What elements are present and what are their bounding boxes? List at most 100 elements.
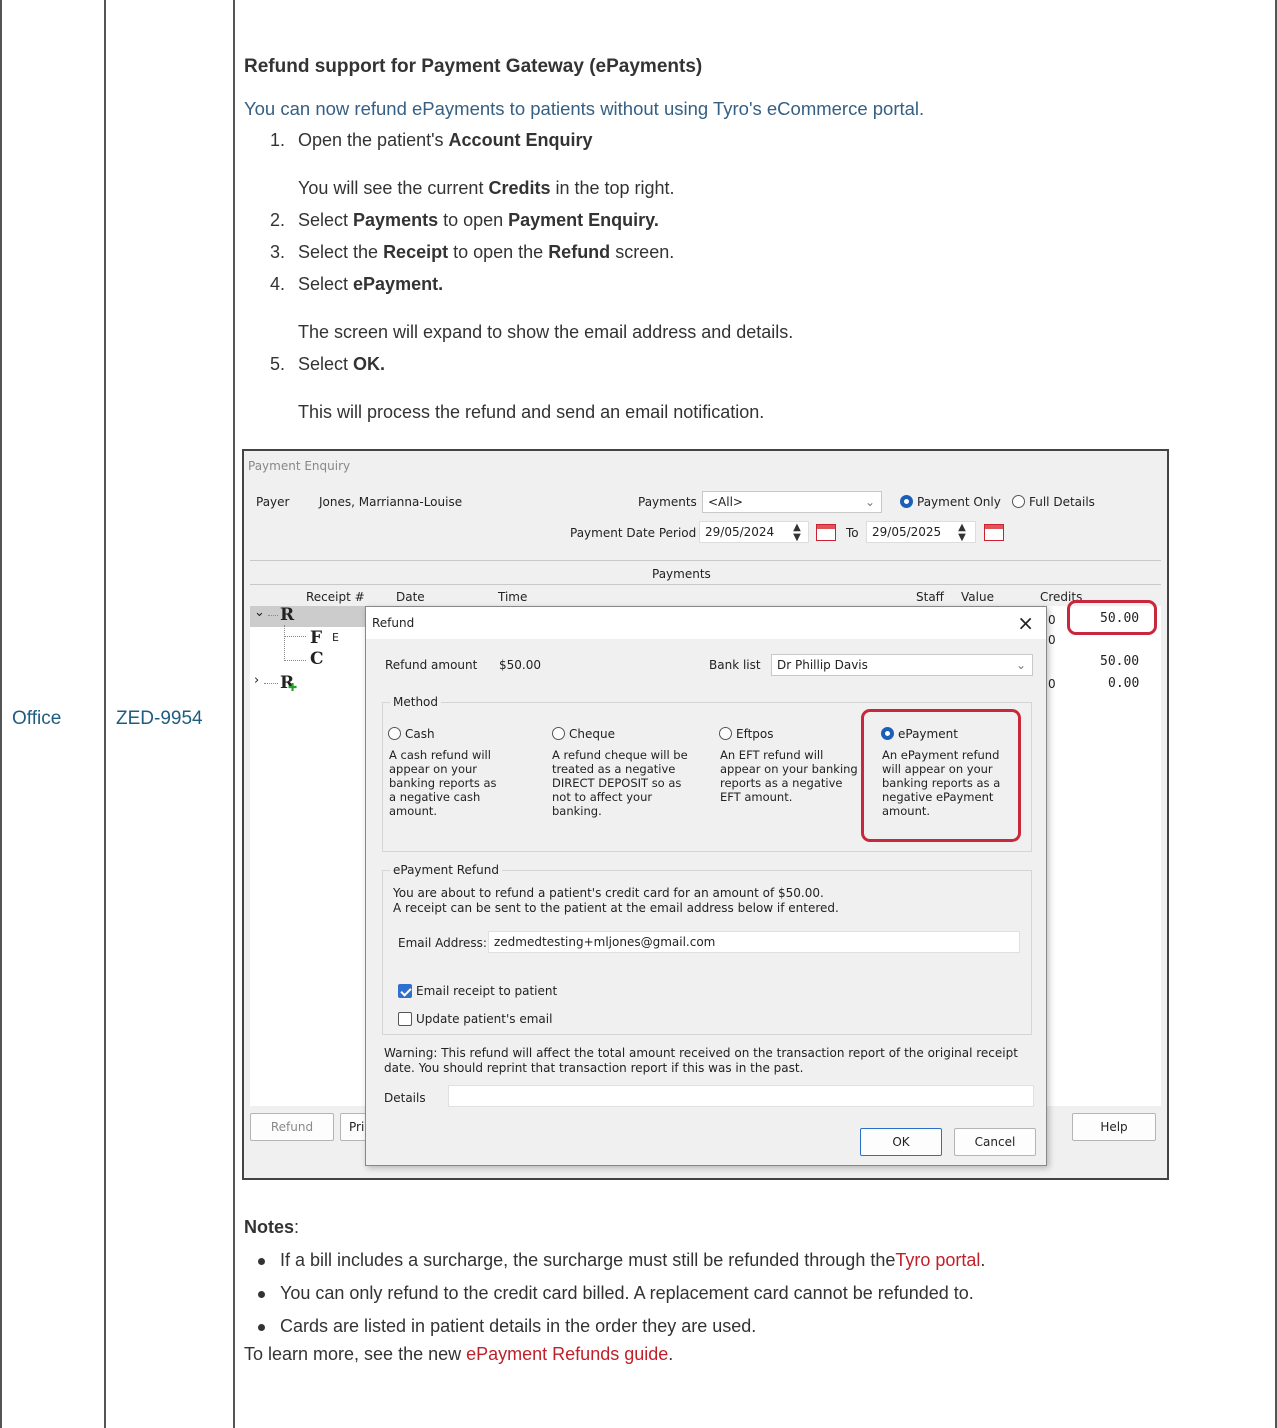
method-eftpos-radio[interactable]: Eftpos: [719, 727, 774, 741]
cancel-button[interactable]: Cancel: [954, 1128, 1036, 1156]
step-text: to open: [438, 210, 509, 230]
step-bold: Payments: [353, 210, 439, 230]
method-cheque-radio[interactable]: Cheque: [552, 727, 615, 741]
step-bold: Receipt: [383, 242, 449, 262]
row-fragment: 0: [1048, 633, 1056, 647]
tree-node-f[interactable]: F: [310, 628, 322, 648]
calendar-icon[interactable]: [816, 524, 836, 541]
checkbox-icon: [398, 1012, 412, 1026]
radio-icon: [552, 727, 565, 740]
help-button[interactable]: Help: [1072, 1113, 1156, 1141]
refund-amount-value: $50.00: [499, 658, 541, 672]
bank-list-label: Bank list: [709, 658, 761, 672]
details-label: Details: [384, 1091, 426, 1105]
step-text: Select: [298, 274, 354, 294]
chevron-down-icon[interactable]: ⌄: [254, 605, 265, 620]
email-receipt-checkbox[interactable]: Email receipt to patient: [398, 984, 557, 998]
col-value[interactable]: Value: [961, 590, 994, 604]
row-fragment: 0: [1048, 677, 1056, 691]
step-text: Select: [298, 354, 354, 374]
step-number: 3.: [270, 242, 286, 262]
chevron-down-icon: ⌄: [864, 495, 875, 509]
col-date[interactable]: Date: [396, 590, 425, 604]
radio-selected-icon: [900, 495, 913, 508]
radio-label: Full Details: [1029, 495, 1095, 509]
warning-line2: date. You should reprint that transactio…: [384, 1061, 804, 1075]
release-note-heading: Refund support for Payment Gateway (ePay…: [244, 56, 703, 77]
payer-label: Payer: [256, 495, 290, 509]
refund-button[interactable]: Refund: [250, 1113, 334, 1141]
notes-title-text: Notes: [244, 1217, 295, 1237]
chevron-right-icon[interactable]: ›: [254, 673, 259, 688]
step-1: 1. Open the patient's Account Enquiry: [270, 130, 593, 151]
date-to-value: 29/05/2025: [872, 525, 942, 539]
step-bold: Refund: [548, 242, 611, 262]
step-text: Select the: [298, 242, 384, 262]
note-item-text: .: [980, 1250, 986, 1270]
radio-full-details[interactable]: Full Details: [1012, 495, 1095, 509]
step-2: 2. Select Payments to open Payment Enquir…: [270, 210, 659, 231]
details-input[interactable]: [448, 1085, 1034, 1107]
tree-node-c[interactable]: C: [310, 649, 324, 669]
note-item: If a bill includes a surcharge, the surc…: [257, 1250, 986, 1271]
email-value: zedmedtesting+mljones@gmail.com: [494, 935, 716, 949]
add-icon: ✚: [288, 681, 298, 694]
calendar-icon[interactable]: [984, 524, 1004, 541]
credit-value: 50.00: [1100, 654, 1140, 669]
divider: [250, 584, 1161, 585]
email-label: Email Address:: [398, 936, 487, 950]
epayment-group-label: ePayment Refund: [390, 863, 502, 877]
col-receipt[interactable]: Receipt #: [306, 590, 365, 604]
col-staff[interactable]: Staff: [916, 590, 944, 604]
tree-node-receipt[interactable]: R: [280, 605, 294, 625]
tree-row-text: E: [332, 631, 339, 644]
note-item: You can only refund to the credit card b…: [258, 1283, 974, 1304]
update-email-checkbox[interactable]: Update patient's email: [398, 1012, 552, 1026]
checkbox-checked-icon: [398, 984, 412, 998]
ok-button[interactable]: OK: [860, 1128, 942, 1156]
table-border-left: [0, 0, 2, 1428]
close-icon[interactable]: ×: [1017, 611, 1034, 635]
release-note-intro: You can now refund ePayments to patients…: [244, 98, 925, 119]
payment-enquiry-window: Payment Enquiry Payer Jones, Marrianna-L…: [242, 449, 1169, 1180]
epayment-highlight-box: [861, 709, 1021, 842]
dialog-title: Refund: [372, 616, 415, 630]
date-from-spinner[interactable]: ▲ ▼: [790, 523, 804, 543]
method-cash-radio[interactable]: Cash: [388, 727, 435, 741]
method-name: Cheque: [569, 727, 615, 741]
note-text: You will see the current: [298, 178, 489, 198]
step-text: to open the: [448, 242, 549, 262]
tyro-portal-link[interactable]: Tyro portal: [895, 1250, 980, 1270]
step-number: 1.: [270, 130, 286, 150]
payments-label: Payments: [638, 495, 697, 509]
step-4: 4. Select ePayment.: [270, 274, 443, 295]
payments-select[interactable]: <All> ⌄: [702, 491, 882, 513]
notes-title: Notes:: [244, 1217, 299, 1238]
tree-line: [284, 625, 285, 661]
col-time[interactable]: Time: [498, 590, 527, 604]
epayment-info-line2: A receipt can be sent to the patient at …: [393, 901, 839, 915]
step-number: 4.: [270, 274, 286, 294]
outro-text: .: [668, 1344, 674, 1364]
tree-line: [284, 636, 306, 637]
notes-title-colon: :: [294, 1217, 300, 1237]
method-name: Eftpos: [736, 727, 774, 741]
date-to-spinner[interactable]: ▲ ▼: [955, 523, 969, 543]
epayment-refunds-guide-link[interactable]: ePayment Refunds guide: [466, 1344, 668, 1364]
payments-select-value: <All>: [708, 495, 743, 509]
step-bold: ePayment.: [353, 274, 444, 294]
bank-list-select[interactable]: Dr Phillip Davis ⌄: [771, 654, 1033, 676]
step-bold: OK.: [353, 354, 386, 374]
method-cash-desc: A cash refund will appear on your bankin…: [389, 748, 497, 818]
refund-dialog: Refund × Refund amount $50.00 Bank list …: [365, 606, 1047, 1166]
credit-value: 0.00: [1108, 676, 1140, 691]
method-name: Cash: [405, 727, 435, 741]
outro-text: To learn more, see the new: [244, 1344, 467, 1364]
step-4-note: The screen will expand to show the email…: [298, 322, 794, 342]
table-border-col1: [104, 0, 106, 1428]
email-address-input[interactable]: zedmedtesting+mljones@gmail.com: [488, 931, 1020, 953]
step-text: Open the patient's: [298, 130, 449, 150]
step-bold: Payment Enquiry.: [508, 210, 659, 230]
to-label: To: [846, 526, 859, 540]
radio-payment-only[interactable]: Payment Only: [900, 495, 1001, 509]
